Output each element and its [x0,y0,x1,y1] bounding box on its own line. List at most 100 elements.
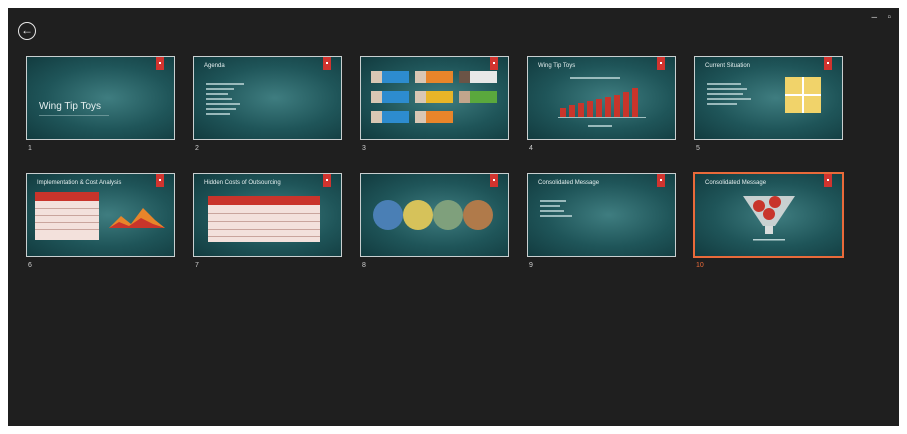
person-photo [459,71,470,83]
team-tile [459,91,497,103]
funnel-diagram [743,196,795,241]
maximize-button[interactable]: ▫ [887,12,891,23]
slide-thumbnail-7[interactable]: Hidden Costs of Outsourcing [193,173,342,257]
bullet-line [206,88,234,90]
slide-thumbnail-8[interactable] [360,173,509,257]
funnel-item [763,208,775,220]
funnel-caption-line [753,239,785,241]
bullet-line [206,113,230,115]
quadrant-diagram [785,77,821,113]
slide-thumbnail-5[interactable]: Current Situation [694,56,843,140]
table-header [35,192,99,201]
slide-title: Hidden Costs of Outsourcing [204,180,281,186]
person-photo [415,71,426,83]
chart-axis [558,117,646,118]
team-tile [415,71,453,83]
slide-tab-decoration [156,174,164,187]
slide-number: 8 [362,262,366,269]
bullet-line [206,103,240,105]
slide-title: Implementation & Cost Analysis [37,180,122,186]
slide-number: 5 [696,145,700,152]
chart-legend-line [588,125,612,127]
bullet-line [206,98,232,100]
funnel-spout [765,226,773,234]
circle-shape [463,200,493,230]
slide-number: 2 [195,145,199,152]
slide-number: 1 [28,145,32,152]
table-row [208,236,320,237]
slide-tab-decoration [323,174,331,187]
data-table [35,192,99,240]
slide-tab-decoration [824,57,832,70]
chart-bar [578,103,584,117]
slide-thumbnail-1[interactable]: Wing Tip Toys [26,56,175,140]
bullet-line [540,200,566,202]
team-tile [415,91,453,103]
bullet-line [206,108,236,110]
slide-tab-decoration [657,57,665,70]
slide-thumbnail-9[interactable]: Consolidated Message [527,173,676,257]
funnel-item [753,200,765,212]
circle-shape [403,200,433,230]
slide-tab-decoration [490,174,498,187]
slide-sorter-window: ← – ▫ Wing Tip Toys 1 Agenda 2 3 Wing Ti… [8,8,899,426]
table-header [208,196,320,205]
bar-chart [558,85,644,117]
slide-tab-decoration [323,57,331,70]
slide-number: 9 [529,262,533,269]
back-arrow-icon[interactable]: ← [18,22,36,40]
table-row [35,229,99,230]
slide-number-selected: 10 [696,262,704,269]
bullet-line [707,88,747,90]
chart-bar [605,97,611,117]
minimize-button[interactable]: – [871,12,877,23]
person-photo [415,111,426,123]
slide-number: 3 [362,145,366,152]
slide-tab-decoration [156,57,164,70]
table-row [35,208,99,209]
person-photo [371,111,382,123]
slide-thumbnail-2[interactable]: Agenda [193,56,342,140]
chart-bar [569,105,575,117]
bullet-line [540,210,564,212]
slide-title: Consolidated Message [538,180,600,186]
team-tile [415,111,453,123]
person-photo [371,71,382,83]
person-photo [415,91,426,103]
slide-number: 7 [195,262,199,269]
slide-title: Wing Tip Toys [39,101,102,112]
bullet-line [707,83,741,85]
slide-title: Wing Tip Toys [538,63,576,69]
chart-bar [632,88,638,117]
circle-shape [433,200,463,230]
slide-tab-decoration [490,57,498,70]
person-photo [371,91,382,103]
team-tile [371,71,409,83]
bullet-line [707,103,737,105]
table-row [208,213,320,214]
chart-bar [587,101,593,117]
bullet-line [206,83,244,85]
slide-thumbnail-4[interactable]: Wing Tip Toys [527,56,676,140]
slide-thumbnail-6[interactable]: Implementation & Cost Analysis [26,173,175,257]
table-row [208,229,320,230]
bullet-line [707,93,743,95]
slide-thumbnail-3[interactable] [360,56,509,140]
area-chart [109,208,165,228]
slide-thumbnail-10[interactable]: Consolidated Message [693,172,844,258]
table-row [35,222,99,223]
circle-shape [373,200,403,230]
table-row [35,215,99,216]
team-tile [371,111,409,123]
slide-number: 4 [529,145,533,152]
team-tile [371,91,409,103]
slide-title: Consolidated Message [705,180,767,186]
chart-bar [614,95,620,117]
bullet-line [540,215,572,217]
chart-caption-line [570,77,620,79]
slide-tab-decoration [824,174,832,187]
person-photo [459,91,470,103]
bullet-line [540,205,560,207]
bullet-line [206,93,228,95]
table-row [208,221,320,222]
